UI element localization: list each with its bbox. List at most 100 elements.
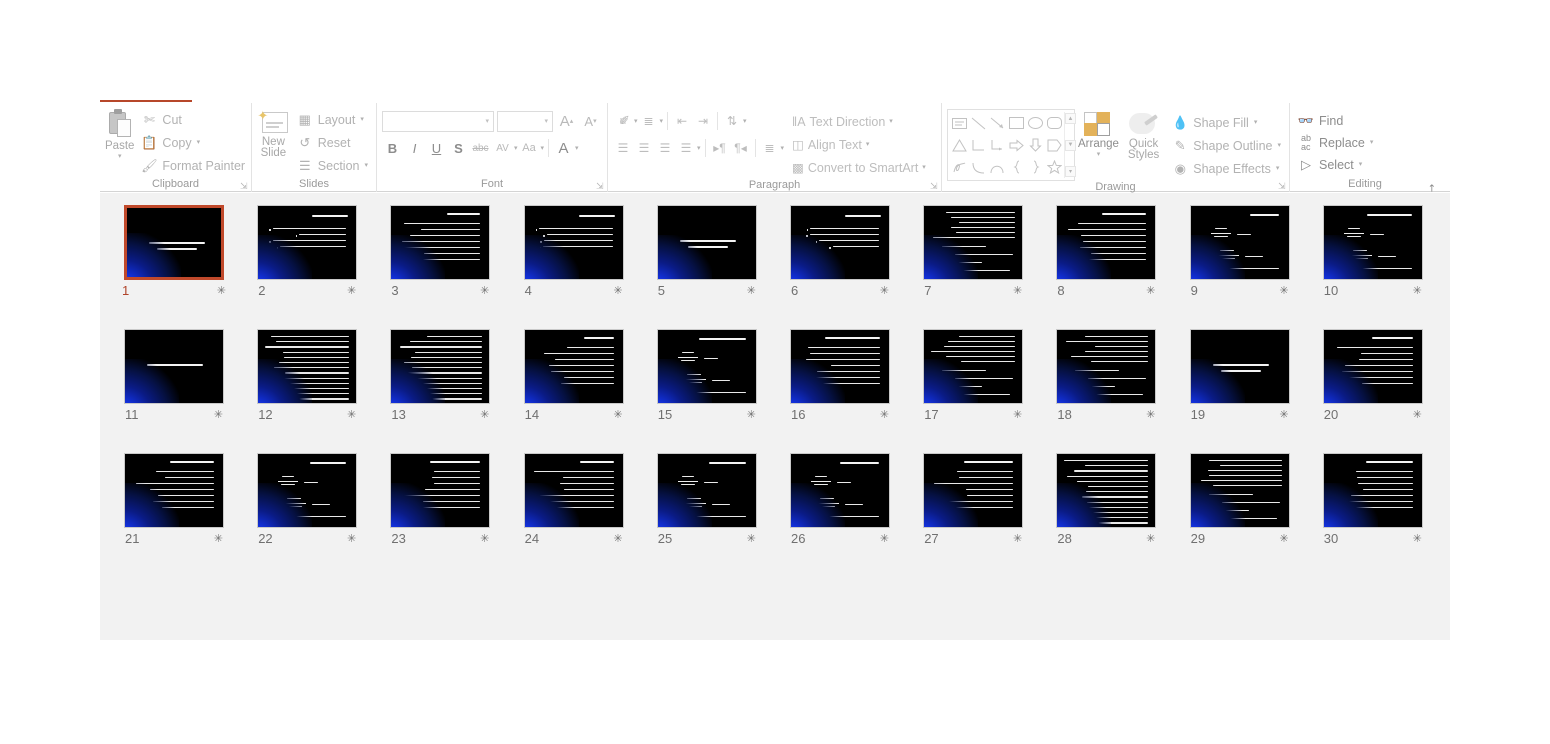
justify-button[interactable]: ☰ xyxy=(676,138,696,158)
slide-preview[interactable] xyxy=(257,205,358,280)
animation-star-icon[interactable]: ✳ xyxy=(217,285,226,297)
slide-thumbnail-21[interactable]: 21 ✳ xyxy=(124,453,224,546)
new-slide-button[interactable]: ✦ New Slide xyxy=(257,107,290,160)
animation-star-icon[interactable]: ✳ xyxy=(1279,533,1288,545)
shape-elbow-arrow-icon[interactable] xyxy=(988,134,1007,156)
slide-thumbnail-11[interactable]: 11 ✳ xyxy=(124,329,224,422)
text-direction-button[interactable]: ‖A Text Direction ▾ xyxy=(792,110,929,133)
layout-button[interactable]: ▦ Layout ▾ xyxy=(294,109,371,130)
paste-button[interactable]: Paste ▾ xyxy=(105,107,134,160)
shape-line-icon[interactable] xyxy=(969,112,988,134)
slide-thumbnail-26[interactable]: 26 ✳ xyxy=(790,453,890,546)
slide-preview[interactable] xyxy=(1056,453,1157,528)
slide-preview[interactable] xyxy=(1322,205,1423,280)
slide-preview[interactable] xyxy=(656,329,757,404)
align-left-button[interactable]: ☰ xyxy=(613,138,633,158)
change-case-button[interactable]: Aa xyxy=(519,138,540,159)
shape-rectangle-icon[interactable] xyxy=(1007,112,1026,134)
slide-thumbnail-19[interactable]: 19 ✳ xyxy=(1189,329,1290,422)
shape-star-icon[interactable] xyxy=(1045,156,1064,178)
font-color-button[interactable]: A xyxy=(553,138,574,159)
slide-preview[interactable] xyxy=(1056,329,1157,404)
slide-preview[interactable] xyxy=(923,329,1024,404)
animation-star-icon[interactable]: ✳ xyxy=(347,285,356,297)
animation-star-icon[interactable]: ✳ xyxy=(1146,409,1155,421)
slide-thumbnail-9[interactable]: 9 ✳ xyxy=(1189,205,1290,298)
animation-star-icon[interactable]: ✳ xyxy=(1279,285,1288,297)
convert-to-smartart-button[interactable]: ▩ Convert to SmartArt ▾ xyxy=(792,156,929,179)
shape-textbox-icon[interactable] xyxy=(950,112,969,134)
copy-button[interactable]: 📋 Copy ▾ xyxy=(138,132,248,153)
align-center-button[interactable]: ☰ xyxy=(634,138,654,158)
slide-preview[interactable] xyxy=(390,453,491,528)
animation-star-icon[interactable]: ✳ xyxy=(747,533,756,545)
align-text-button[interactable]: ◫ Align Text ▾ xyxy=(792,133,929,156)
slide-preview[interactable] xyxy=(523,205,624,280)
animation-star-icon[interactable]: ✳ xyxy=(613,285,622,297)
slide-preview[interactable] xyxy=(923,453,1024,528)
slide-thumbnail-20[interactable]: 20 ✳ xyxy=(1322,329,1423,422)
slide-preview[interactable] xyxy=(656,205,757,280)
ltr-direction-button[interactable]: ▸¶ xyxy=(710,138,730,158)
drawing-dialog-launcher[interactable]: ⇲ xyxy=(1278,182,1287,191)
animation-star-icon[interactable]: ✳ xyxy=(1013,533,1022,545)
slide-preview[interactable] xyxy=(790,329,890,404)
slide-thumbnail-10[interactable]: 10 ✳ xyxy=(1322,205,1423,298)
animation-star-icon[interactable]: ✳ xyxy=(1413,409,1422,421)
slide-thumbnail-30[interactable]: 30 ✳ xyxy=(1322,453,1423,546)
columns-button[interactable]: ≣ xyxy=(760,138,780,158)
slide-preview[interactable] xyxy=(923,205,1024,280)
slide-preview[interactable] xyxy=(124,329,224,404)
font-size-input[interactable]: ▾ xyxy=(497,110,553,132)
shapes-more-button[interactable]: ▾ xyxy=(1065,166,1076,177)
animation-star-icon[interactable]: ✳ xyxy=(1146,285,1155,297)
shape-curve-icon[interactable] xyxy=(969,156,988,178)
shape-triangle-icon[interactable] xyxy=(950,134,969,156)
slide-sorter-pane[interactable]: 1 ✳ 2 ✳ 3 ✳ 4 ✳ 5 ✳ 6 ✳ 7 ✳ 8 ✳ 9 ✳ 10 ✳… xyxy=(100,193,1450,640)
shape-fill-button[interactable]: 💧 Shape Fill ▾ xyxy=(1169,112,1284,133)
animation-star-icon[interactable]: ✳ xyxy=(480,409,489,421)
animation-star-icon[interactable]: ✳ xyxy=(747,409,756,421)
animation-star-icon[interactable]: ✳ xyxy=(480,533,489,545)
cut-button[interactable]: ✄ Cut xyxy=(138,109,248,130)
animation-star-icon[interactable]: ✳ xyxy=(613,409,622,421)
section-button[interactable]: ☰ Section ▾ xyxy=(294,155,371,176)
animation-star-icon[interactable]: ✳ xyxy=(1146,533,1155,545)
slide-preview[interactable] xyxy=(1189,205,1290,280)
slide-thumbnail-18[interactable]: 18 ✳ xyxy=(1056,329,1157,422)
italic-button[interactable]: I xyxy=(404,138,425,159)
slide-preview[interactable] xyxy=(124,205,224,280)
decrease-indent-button[interactable]: ⇤ xyxy=(672,111,692,131)
text-shadow-button[interactable]: S xyxy=(448,138,469,159)
reset-button[interactable]: ↺ Reset xyxy=(294,132,371,153)
slide-thumbnail-28[interactable]: 28 ✳ xyxy=(1056,453,1157,546)
animation-star-icon[interactable]: ✳ xyxy=(480,285,489,297)
slide-preview[interactable] xyxy=(523,329,624,404)
increase-font-size-button[interactable]: A ▴ xyxy=(556,111,577,132)
slide-thumbnail-22[interactable]: 22 ✳ xyxy=(257,453,358,546)
slide-thumbnail-3[interactable]: 3 ✳ xyxy=(390,205,491,298)
slide-preview[interactable] xyxy=(1322,453,1423,528)
shape-down-arrow-icon[interactable] xyxy=(1026,134,1045,156)
animation-star-icon[interactable]: ✳ xyxy=(347,533,356,545)
slide-thumbnail-27[interactable]: 27 ✳ xyxy=(923,453,1024,546)
font-dialog-launcher[interactable]: ⇲ xyxy=(596,182,605,191)
slide-preview[interactable] xyxy=(523,453,624,528)
decrease-font-size-button[interactable]: A ▾ xyxy=(580,111,601,132)
slide-preview[interactable] xyxy=(390,205,491,280)
slide-preview[interactable] xyxy=(1056,205,1157,280)
slide-thumbnail-29[interactable]: 29 ✳ xyxy=(1189,453,1290,546)
strikethrough-button[interactable]: abc xyxy=(470,138,491,159)
shape-arc-icon[interactable] xyxy=(988,156,1007,178)
paragraph-dialog-launcher[interactable]: ⇲ xyxy=(930,182,939,191)
shape-pentagon-icon[interactable] xyxy=(1045,134,1064,156)
align-right-button[interactable]: ☰ xyxy=(655,138,675,158)
slide-preview[interactable] xyxy=(1189,453,1290,528)
animation-star-icon[interactable]: ✳ xyxy=(214,409,223,421)
animation-star-icon[interactable]: ✳ xyxy=(214,533,223,545)
slide-thumbnail-8[interactable]: 8 ✳ xyxy=(1056,205,1157,298)
slide-thumbnail-23[interactable]: 23 ✳ xyxy=(390,453,491,546)
slide-thumbnail-7[interactable]: 7 ✳ xyxy=(923,205,1024,298)
animation-star-icon[interactable]: ✳ xyxy=(1413,285,1422,297)
animation-star-icon[interactable]: ✳ xyxy=(613,533,622,545)
